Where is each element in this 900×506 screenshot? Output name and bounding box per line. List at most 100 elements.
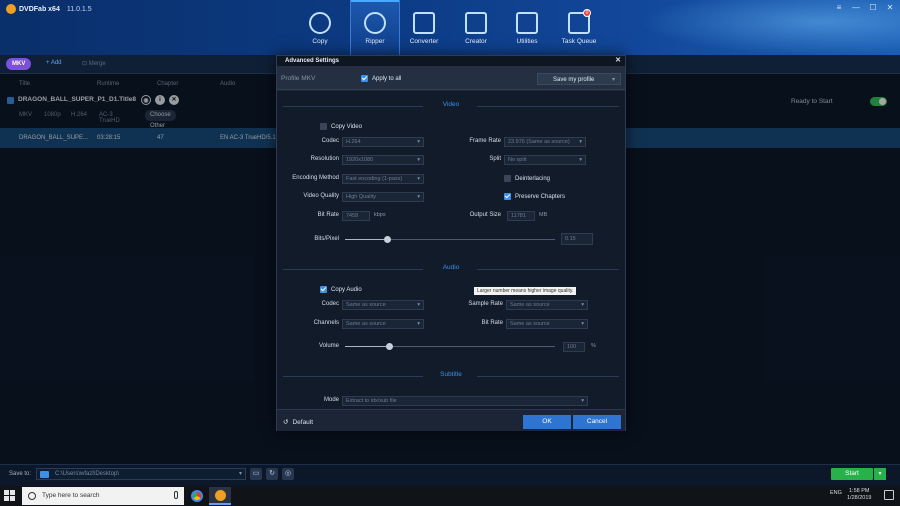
refresh-icon[interactable]: ↻ bbox=[266, 468, 278, 480]
channels-select[interactable]: Same as source bbox=[342, 319, 424, 329]
video-quality-value: High Quality bbox=[346, 194, 376, 200]
save-to-label: Save to: bbox=[9, 471, 32, 477]
frame-rate-value: 23.976 (Same as source) bbox=[508, 139, 570, 145]
video-codec-select[interactable]: H.264 bbox=[342, 137, 424, 147]
copy-audio-checkbox[interactable]: Copy Audio bbox=[320, 286, 362, 293]
task-queue-badge: 0 bbox=[583, 9, 591, 17]
notification-icon[interactable] bbox=[884, 490, 894, 500]
windows-start-button[interactable] bbox=[4, 490, 16, 502]
video-quality-select[interactable]: High Quality bbox=[342, 192, 424, 202]
clock-time: 1:58 PM bbox=[848, 488, 870, 494]
copy-video-label: Copy Video bbox=[331, 124, 362, 131]
preserve-chapters-label: Preserve Chapters bbox=[515, 194, 566, 201]
split-select[interactable]: No split bbox=[504, 155, 586, 165]
nav-converter[interactable]: Converter bbox=[399, 0, 449, 55]
deinterlacing-checkbox[interactable]: Deinterlacing bbox=[504, 175, 550, 182]
merge-button[interactable]: ⊡ Merge bbox=[82, 60, 106, 67]
volume-input[interactable]: 100 bbox=[563, 342, 585, 352]
film-creator-icon bbox=[465, 12, 487, 34]
add-source-button[interactable]: + Add bbox=[46, 60, 62, 66]
dialog-titlebar: Advanced Settings ✕ bbox=[277, 56, 625, 66]
bits-pixel-knob[interactable] bbox=[384, 236, 391, 243]
resolution-select[interactable]: 1920x1080 bbox=[342, 155, 424, 165]
nav-task-queue[interactable]: 0 Task Queue bbox=[554, 0, 604, 55]
ok-button[interactable]: OK bbox=[523, 415, 571, 429]
output-size-unit: MB bbox=[539, 212, 548, 218]
encoding-method-label: Encoding Method bbox=[292, 175, 339, 181]
subtitle-mode-value: Extract to idx/sub file bbox=[346, 398, 397, 404]
nav-creator[interactable]: Creator bbox=[451, 0, 501, 55]
nav-utilities[interactable]: Utilities bbox=[502, 0, 552, 55]
maximize-button[interactable]: ☐ bbox=[866, 2, 880, 14]
checkbox-icon bbox=[504, 193, 511, 200]
taskbar-clock[interactable]: 1:58 PM 1/28/2019 bbox=[847, 488, 871, 502]
default-button[interactable]: ↺ Default bbox=[283, 418, 313, 426]
sample-rate-value: Same as source bbox=[510, 302, 550, 308]
split-value: No split bbox=[508, 157, 527, 163]
output-path-field[interactable]: C:\Users\wfazl\Desktop\ ▾ bbox=[36, 468, 246, 480]
channels-value: Same as source bbox=[346, 321, 386, 327]
copy-video-checkbox[interactable]: Copy Video bbox=[320, 123, 362, 130]
subtitle-mode-select[interactable]: Extract to idx/sub file bbox=[342, 396, 588, 406]
microphone-icon[interactable] bbox=[174, 491, 178, 499]
volume-slider[interactable] bbox=[345, 343, 555, 350]
preserve-chapters-checkbox[interactable]: Preserve Chapters bbox=[504, 193, 565, 200]
frame-rate-label: Frame Rate bbox=[469, 138, 501, 144]
taskbar-language[interactable]: ENG bbox=[830, 490, 842, 496]
save-my-profile-dropdown[interactable]: Save my profile ▾ bbox=[537, 73, 621, 85]
app-logo: DVDFab x64 11.0.1.5 bbox=[6, 4, 92, 14]
dvdfab-taskbar-icon[interactable] bbox=[209, 487, 231, 505]
output-size-input[interactable]: 11781 bbox=[507, 211, 535, 221]
volume-value: 100 bbox=[567, 344, 577, 350]
nav-ripper[interactable]: Ripper bbox=[350, 0, 400, 55]
browse-folder-icon[interactable]: ▭ bbox=[250, 468, 262, 480]
audio-codec-select[interactable]: Same as source bbox=[342, 300, 424, 310]
bits-pixel-slider[interactable] bbox=[345, 236, 555, 243]
checkbox-icon bbox=[320, 286, 327, 293]
nav-ripper-label: Ripper bbox=[365, 38, 385, 45]
utilities-icon bbox=[516, 12, 538, 34]
close-button[interactable]: ✕ bbox=[883, 2, 897, 14]
subtitle-section-header: Subtitle bbox=[277, 371, 625, 381]
app-version: 11.0.1.5 bbox=[66, 5, 92, 13]
cancel-button[interactable]: Cancel bbox=[573, 415, 621, 429]
nav-copy-label: Copy bbox=[312, 38, 328, 45]
globe-icon[interactable]: ◎ bbox=[282, 468, 294, 480]
video-codec-value: H.264 bbox=[346, 139, 361, 145]
channels-label: Channels bbox=[313, 320, 339, 326]
audio-bit-rate-select[interactable]: Same as source bbox=[506, 319, 588, 329]
format-label: MKV bbox=[12, 61, 26, 67]
save-profile-label: Save my profile bbox=[553, 77, 595, 83]
volume-unit: % bbox=[591, 343, 596, 349]
frame-rate-select[interactable]: 23.976 (Same as source) bbox=[504, 137, 586, 147]
bits-pixel-value: 0.15 bbox=[565, 236, 576, 242]
search-icon bbox=[28, 492, 36, 500]
bit-rate-input[interactable]: 7458 bbox=[342, 211, 370, 221]
chrome-taskbar-icon[interactable] bbox=[186, 487, 208, 505]
checkbox-icon bbox=[361, 75, 368, 82]
nav-copy[interactable]: Copy bbox=[295, 0, 345, 55]
encoding-method-select[interactable]: Fast encoding (1-pass) bbox=[342, 174, 424, 184]
start-button[interactable]: Start bbox=[831, 468, 873, 480]
search-placeholder: Type here to search bbox=[42, 492, 100, 499]
dialog-close-button[interactable]: ✕ bbox=[615, 56, 621, 66]
format-profile-button[interactable]: MKV bbox=[6, 58, 32, 70]
start-dropdown-button[interactable]: ▾ bbox=[874, 468, 886, 480]
resolution-label: Resolution bbox=[310, 156, 339, 162]
minimize-button[interactable]: — bbox=[849, 2, 863, 14]
mode-label: Mode bbox=[323, 397, 339, 403]
taskbar-search-input[interactable]: Type here to search bbox=[22, 487, 184, 505]
codec-label: Codec bbox=[321, 138, 339, 144]
menu-button[interactable]: ≡ bbox=[832, 2, 846, 14]
bits-pixel-input[interactable]: 0.15 bbox=[561, 233, 593, 245]
profile-label: Profile MKV bbox=[281, 75, 316, 82]
volume-knob[interactable] bbox=[386, 343, 393, 350]
apply-to-all-checkbox[interactable]: Apply to all bbox=[361, 75, 401, 82]
audio-codec-value: Same as source bbox=[346, 302, 386, 308]
sample-rate-select[interactable]: Same as source bbox=[506, 300, 588, 310]
disc-copy-icon bbox=[309, 12, 331, 34]
settings-scroll-area[interactable]: Video Copy Video Codec H.264 Resolution … bbox=[277, 91, 625, 409]
chevron-down-icon[interactable]: ▾ bbox=[239, 469, 242, 479]
checkbox-icon bbox=[320, 123, 327, 130]
folder-icon bbox=[40, 471, 49, 478]
